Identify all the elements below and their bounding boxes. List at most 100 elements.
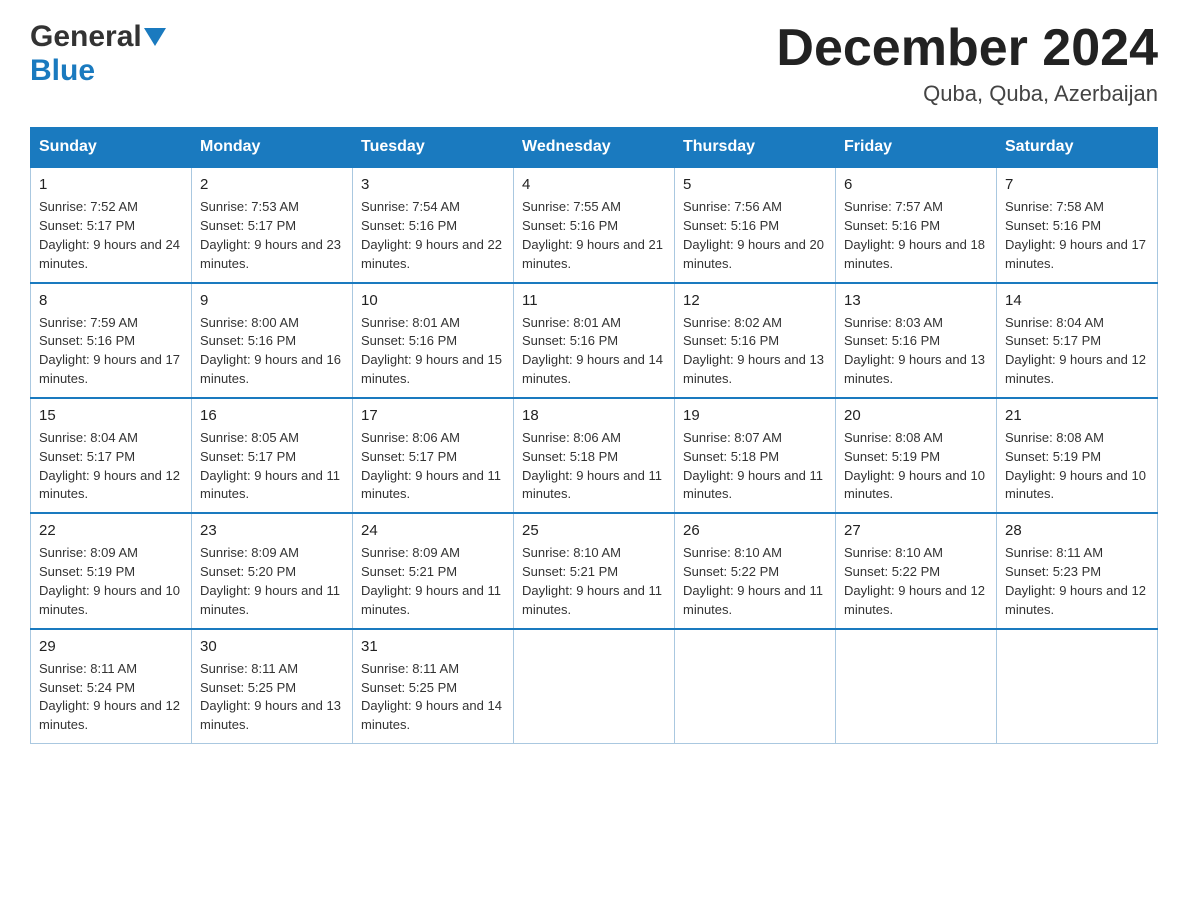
day-number: 7 [1005, 174, 1149, 195]
logo-blue-text: Blue [30, 54, 95, 88]
table-row: 13 Sunrise: 8:03 AMSunset: 5:16 PMDayligh… [836, 283, 997, 398]
title-section: December 2024 Quba, Quba, Azerbaijan [776, 20, 1158, 107]
day-number: 21 [1005, 405, 1149, 426]
table-row: 6 Sunrise: 7:57 AMSunset: 5:16 PMDaylight… [836, 167, 997, 282]
day-number: 11 [522, 290, 666, 311]
day-number: 5 [683, 174, 827, 195]
day-info: Sunrise: 8:02 AMSunset: 5:16 PMDaylight:… [683, 315, 824, 387]
table-row: 12Sunrise: 8:02 AMSunset: 5:16 PMDayligh… [675, 283, 836, 398]
day-info: Sunrise: 8:09 AMSunset: 5:21 PMDaylight:… [361, 545, 501, 617]
table-row [836, 629, 997, 744]
calendar-header: Sunday Monday Tuesday Wednesday Thursday… [31, 128, 1158, 168]
day-number: 4 [522, 174, 666, 195]
calendar-body: 1Sunrise: 7:52 AMSunset: 5:17 PMDaylight… [31, 167, 1158, 743]
table-row: 27 Sunrise: 8:10 AMSunset: 5:22 PMDayligh… [836, 513, 997, 628]
table-row: 11 Sunrise: 8:01 AMSunset: 5:16 PMDayligh… [514, 283, 675, 398]
table-row: 26 Sunrise: 8:10 AMSunset: 5:22 PMDayligh… [675, 513, 836, 628]
table-row: 10 Sunrise: 8:01 AMSunset: 5:16 PMDayligh… [353, 283, 514, 398]
col-sunday: Sunday [31, 128, 192, 168]
day-number: 30 [200, 636, 344, 657]
day-info: Sunrise: 7:59 AMSunset: 5:16 PMDaylight:… [39, 315, 180, 387]
table-row: 7 Sunrise: 7:58 AMSunset: 5:16 PMDaylight… [997, 167, 1158, 282]
calendar-table: Sunday Monday Tuesday Wednesday Thursday… [30, 127, 1158, 744]
day-info: Sunrise: 8:11 AMSunset: 5:25 PMDaylight:… [361, 661, 502, 733]
day-info: Sunrise: 8:09 AMSunset: 5:19 PMDaylight:… [39, 545, 180, 617]
table-row: 23 Sunrise: 8:09 AMSunset: 5:20 PMDayligh… [192, 513, 353, 628]
table-row: 4 Sunrise: 7:55 AMSunset: 5:16 PMDaylight… [514, 167, 675, 282]
table-row: 18Sunrise: 8:06 AMSunset: 5:18 PMDayligh… [514, 398, 675, 513]
calendar-week-row: 1Sunrise: 7:52 AMSunset: 5:17 PMDaylight… [31, 167, 1158, 282]
day-info: Sunrise: 8:11 AMSunset: 5:25 PMDaylight:… [200, 661, 341, 733]
col-friday: Friday [836, 128, 997, 168]
day-number: 25 [522, 520, 666, 541]
calendar-week-row: 29 Sunrise: 8:11 AMSunset: 5:24 PMDayligh… [31, 629, 1158, 744]
table-row: 21Sunrise: 8:08 AMSunset: 5:19 PMDayligh… [997, 398, 1158, 513]
day-header-row: Sunday Monday Tuesday Wednesday Thursday… [31, 128, 1158, 168]
day-info: Sunrise: 7:58 AMSunset: 5:16 PMDaylight:… [1005, 199, 1146, 271]
day-number: 31 [361, 636, 505, 657]
table-row [514, 629, 675, 744]
day-number: 10 [361, 290, 505, 311]
table-row: 30 Sunrise: 8:11 AMSunset: 5:25 PMDayligh… [192, 629, 353, 744]
location-text: Quba, Quba, Azerbaijan [776, 81, 1158, 107]
day-number: 16 [200, 405, 344, 426]
col-tuesday: Tuesday [353, 128, 514, 168]
calendar-week-row: 22 Sunrise: 8:09 AMSunset: 5:19 PMDayligh… [31, 513, 1158, 628]
table-row: 15 Sunrise: 8:04 AMSunset: 5:17 PMDayligh… [31, 398, 192, 513]
table-row: 22 Sunrise: 8:09 AMSunset: 5:19 PMDayligh… [31, 513, 192, 628]
table-row: 24 Sunrise: 8:09 AMSunset: 5:21 PMDayligh… [353, 513, 514, 628]
table-row: 29 Sunrise: 8:11 AMSunset: 5:24 PMDayligh… [31, 629, 192, 744]
logo-triangle-icon [144, 28, 166, 50]
table-row: 9Sunrise: 8:00 AMSunset: 5:16 PMDaylight… [192, 283, 353, 398]
day-number: 6 [844, 174, 988, 195]
table-row: 20Sunrise: 8:08 AMSunset: 5:19 PMDayligh… [836, 398, 997, 513]
day-info: Sunrise: 8:01 AMSunset: 5:16 PMDaylight:… [522, 315, 663, 387]
table-row [997, 629, 1158, 744]
col-monday: Monday [192, 128, 353, 168]
day-info: Sunrise: 8:11 AMSunset: 5:23 PMDaylight:… [1005, 545, 1146, 617]
col-saturday: Saturday [997, 128, 1158, 168]
table-row: 16 Sunrise: 8:05 AMSunset: 5:17 PMDayligh… [192, 398, 353, 513]
day-info: Sunrise: 7:57 AMSunset: 5:16 PMDaylight:… [844, 199, 985, 271]
table-row: 8Sunrise: 7:59 AMSunset: 5:16 PMDaylight… [31, 283, 192, 398]
day-info: Sunrise: 8:04 AMSunset: 5:17 PMDaylight:… [1005, 315, 1146, 387]
day-number: 29 [39, 636, 183, 657]
day-info: Sunrise: 8:04 AMSunset: 5:17 PMDaylight:… [39, 430, 180, 502]
day-number: 24 [361, 520, 505, 541]
day-info: Sunrise: 8:05 AMSunset: 5:17 PMDaylight:… [200, 430, 340, 502]
day-info: Sunrise: 7:55 AMSunset: 5:16 PMDaylight:… [522, 199, 663, 271]
day-number: 18 [522, 405, 666, 426]
day-info: Sunrise: 7:53 AMSunset: 5:17 PMDaylight:… [200, 199, 341, 271]
day-info: Sunrise: 8:10 AMSunset: 5:22 PMDaylight:… [844, 545, 985, 617]
logo: General Blue [30, 20, 166, 88]
calendar-week-row: 8Sunrise: 7:59 AMSunset: 5:16 PMDaylight… [31, 283, 1158, 398]
day-info: Sunrise: 8:10 AMSunset: 5:22 PMDaylight:… [683, 545, 823, 617]
day-info: Sunrise: 8:09 AMSunset: 5:20 PMDaylight:… [200, 545, 340, 617]
table-row [675, 629, 836, 744]
day-info: Sunrise: 8:10 AMSunset: 5:21 PMDaylight:… [522, 545, 662, 617]
day-number: 13 [844, 290, 988, 311]
day-info: Sunrise: 7:56 AMSunset: 5:16 PMDaylight:… [683, 199, 824, 271]
day-info: Sunrise: 8:08 AMSunset: 5:19 PMDaylight:… [844, 430, 985, 502]
day-number: 15 [39, 405, 183, 426]
col-wednesday: Wednesday [514, 128, 675, 168]
day-info: Sunrise: 8:01 AMSunset: 5:16 PMDaylight:… [361, 315, 502, 387]
table-row: 25 Sunrise: 8:10 AMSunset: 5:21 PMDayligh… [514, 513, 675, 628]
day-number: 22 [39, 520, 183, 541]
col-thursday: Thursday [675, 128, 836, 168]
day-info: Sunrise: 8:11 AMSunset: 5:24 PMDaylight:… [39, 661, 180, 733]
day-number: 28 [1005, 520, 1149, 541]
table-row: 5 Sunrise: 7:56 AMSunset: 5:16 PMDaylight… [675, 167, 836, 282]
table-row: 2Sunrise: 7:53 AMSunset: 5:17 PMDaylight… [192, 167, 353, 282]
day-number: 27 [844, 520, 988, 541]
page-header: General Blue December 2024 Quba, Quba, A… [30, 20, 1158, 107]
day-info: Sunrise: 8:06 AMSunset: 5:17 PMDaylight:… [361, 430, 501, 502]
logo-general-text: General [30, 20, 142, 54]
month-title: December 2024 [776, 20, 1158, 77]
day-number: 26 [683, 520, 827, 541]
table-row: 3Sunrise: 7:54 AMSunset: 5:16 PMDaylight… [353, 167, 514, 282]
day-number: 23 [200, 520, 344, 541]
day-info: Sunrise: 7:52 AMSunset: 5:17 PMDaylight:… [39, 199, 180, 271]
day-info: Sunrise: 8:03 AMSunset: 5:16 PMDaylight:… [844, 315, 985, 387]
day-number: 19 [683, 405, 827, 426]
